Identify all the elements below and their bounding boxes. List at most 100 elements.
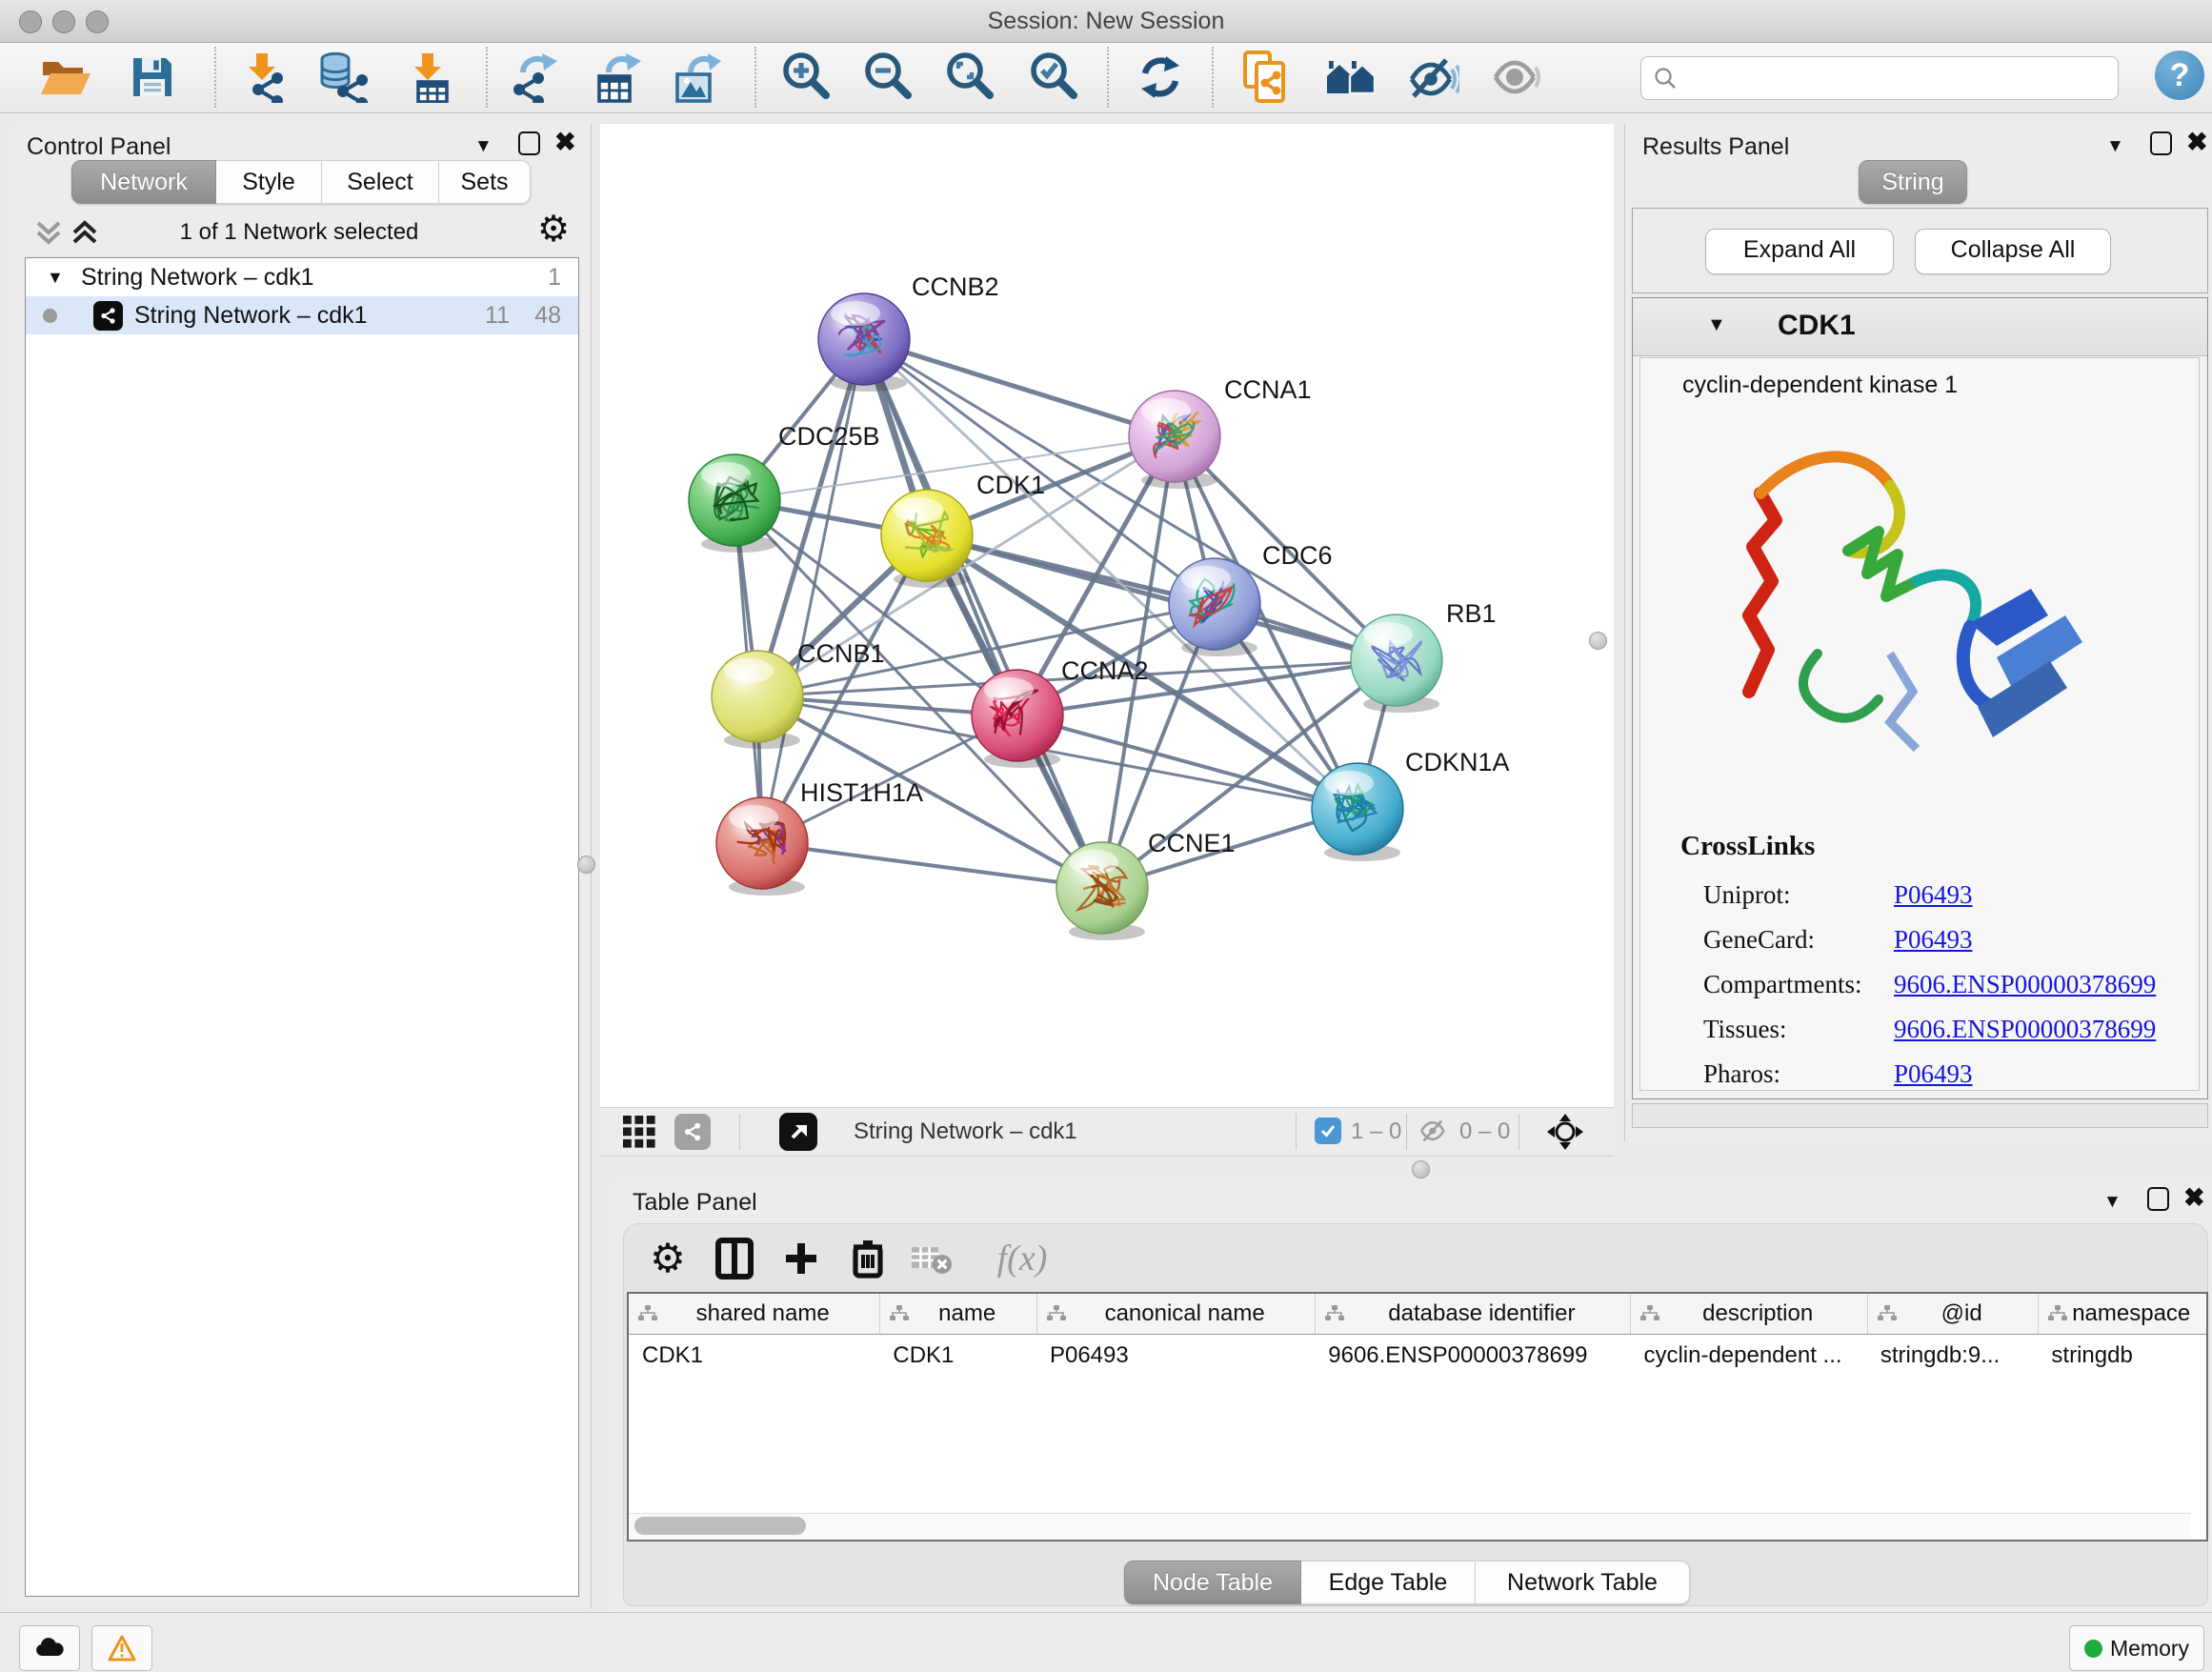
- selected-checkbox-icon[interactable]: [1315, 1118, 1341, 1144]
- duplicate-network-icon[interactable]: [1238, 49, 1296, 106]
- node-CCNB1[interactable]: CCNB1: [712, 639, 885, 749]
- function-builder-icon[interactable]: f(x): [981, 1231, 1063, 1286]
- tab-sets[interactable]: Sets: [439, 160, 531, 204]
- table-horizontal-scrollbar[interactable]: [629, 1513, 2191, 1539]
- node-HIST1H1A[interactable]: HIST1H1A: [716, 778, 923, 896]
- node-CCNE1[interactable]: CCNE1: [1056, 829, 1236, 940]
- crosslink-link[interactable]: 9606.ENSP00000378699: [1894, 1015, 2156, 1044]
- add-column-icon[interactable]: [774, 1231, 829, 1286]
- node-RB1[interactable]: RB1: [1351, 599, 1497, 713]
- table-cell[interactable]: stringdb: [2038, 1342, 2206, 1369]
- table-row[interactable]: CDK1CDK1P064939606.ENSP00000378699cyclin…: [629, 1335, 2206, 1377]
- table-cell[interactable]: stringdb:9...: [1867, 1342, 2039, 1369]
- collapse-all-icon[interactable]: [32, 217, 65, 248]
- expand-all-icon[interactable]: [69, 217, 101, 248]
- table-panel-float-icon[interactable]: [2147, 1187, 2169, 1211]
- table-cell[interactable]: 9606.ENSP00000378699: [1315, 1342, 1630, 1369]
- refresh-view-icon[interactable]: [1132, 49, 1189, 106]
- right-splitter-handle[interactable]: [1589, 632, 1607, 650]
- control-panel-close-icon[interactable]: ✖: [554, 128, 576, 157]
- zoom-out-icon[interactable]: [859, 49, 916, 106]
- hidden-eye-icon[interactable]: [1418, 1118, 1450, 1149]
- tab-network-table[interactable]: Network Table: [1476, 1561, 1690, 1604]
- import-network-database-icon[interactable]: [316, 49, 373, 106]
- table-cell[interactable]: CDK1: [879, 1342, 1036, 1369]
- tab-style[interactable]: Style: [216, 160, 322, 204]
- table-cell[interactable]: P06493: [1036, 1342, 1315, 1369]
- node-CCNA1[interactable]: CCNA1: [1129, 375, 1312, 489]
- crosslink-link[interactable]: P06493: [1894, 1059, 1973, 1089]
- divider: [1296, 1114, 1297, 1150]
- crosslink-link[interactable]: P06493: [1894, 880, 1973, 910]
- crosslink-link[interactable]: P06493: [1894, 925, 1973, 955]
- hide-selected-eye-icon[interactable]: [1404, 49, 1461, 106]
- column-header-name[interactable]: name: [879, 1294, 1036, 1334]
- network-view-share-icon[interactable]: [674, 1114, 711, 1150]
- network-options-gear-icon[interactable]: ⚙: [537, 212, 570, 248]
- zoom-in-icon[interactable]: [777, 49, 835, 106]
- warnings-button[interactable]: [91, 1625, 152, 1671]
- table-settings-gear-icon[interactable]: ⚙: [640, 1231, 695, 1286]
- memory-button[interactable]: Memory: [2069, 1625, 2204, 1671]
- cloud-button[interactable]: [19, 1625, 80, 1671]
- results-panel-float-icon[interactable]: [2150, 131, 2172, 155]
- tab-edge-table[interactable]: Edge Table: [1301, 1561, 1476, 1604]
- network-collection-row[interactable]: ▼ String Network – cdk1 1: [26, 258, 578, 296]
- grid-view-icon[interactable]: [623, 1116, 657, 1153]
- save-session-icon[interactable]: [124, 49, 181, 106]
- table-cell[interactable]: CDK1: [629, 1342, 879, 1369]
- results-panel-menu-icon[interactable]: ▼: [2106, 136, 2124, 157]
- node-CDC6[interactable]: CDC6: [1169, 541, 1333, 656]
- delete-table-icon[interactable]: [903, 1231, 958, 1286]
- column-header--id[interactable]: @id: [1867, 1294, 2039, 1334]
- collapse-all-button[interactable]: Collapse All: [1915, 229, 2111, 274]
- network-canvas[interactable]: CCNB2CCNA1CDC25BCDK1CDC6RB1CCNB1CCNA2CDK…: [600, 124, 1614, 1107]
- protein-expand-icon[interactable]: ▼: [1707, 314, 1726, 336]
- table-cell[interactable]: cyclin-dependent ...: [1630, 1342, 1866, 1369]
- column-header-shared-name[interactable]: shared name: [629, 1294, 879, 1334]
- control-panel-menu-icon[interactable]: ▼: [474, 136, 493, 157]
- import-table-icon[interactable]: [400, 49, 457, 106]
- toolbar-separator: [754, 47, 756, 108]
- import-network-file-icon[interactable]: [234, 49, 292, 106]
- show-columns-icon[interactable]: [707, 1231, 762, 1286]
- open-in-window-icon[interactable]: [779, 1113, 817, 1151]
- tab-select[interactable]: Select: [322, 160, 439, 204]
- column-header-canonical-name[interactable]: canonical name: [1036, 1294, 1315, 1334]
- crosslink-link[interactable]: 9606.ENSP00000378699: [1894, 970, 2156, 999]
- export-network-icon[interactable]: [505, 49, 562, 106]
- bottom-splitter-handle[interactable]: [1412, 1160, 1430, 1178]
- column-header-namespace[interactable]: namespace: [2038, 1294, 2206, 1334]
- edge-CCNB2-CCNA1[interactable]: [864, 339, 1175, 436]
- tab-network[interactable]: Network: [71, 160, 216, 204]
- export-image-icon[interactable]: [667, 49, 724, 106]
- column-header-database-identifier[interactable]: database identifier: [1315, 1294, 1630, 1334]
- zoom-fit-icon[interactable]: [941, 49, 998, 106]
- open-session-icon[interactable]: [36, 49, 93, 106]
- left-splitter-handle[interactable]: [577, 856, 595, 874]
- node-CDC25B[interactable]: CDC25B: [689, 422, 880, 553]
- tab-string[interactable]: String: [1859, 160, 1967, 204]
- edge-CCNB2-HIST1H1A[interactable]: [762, 339, 864, 843]
- edge-HIST1H1A-CCNE1[interactable]: [762, 843, 1102, 888]
- tab-node-table[interactable]: Node Table: [1124, 1561, 1301, 1604]
- network-row-selected[interactable]: String Network – cdk1 11 48: [26, 296, 578, 334]
- delete-column-icon[interactable]: [840, 1231, 895, 1286]
- table-panel-close-icon[interactable]: ✖: [2183, 1183, 2205, 1213]
- collection-expand-icon[interactable]: ▼: [47, 268, 68, 288]
- search-input[interactable]: [1678, 60, 2118, 96]
- zoom-selected-icon[interactable]: [1025, 49, 1082, 106]
- help-button[interactable]: ?: [2155, 50, 2204, 100]
- control-panel-float-icon[interactable]: [518, 131, 540, 155]
- protein-card-header[interactable]: ▼ CDK1: [1633, 298, 2207, 356]
- first-neighbors-icon[interactable]: [1322, 49, 1379, 106]
- node-CDKN1A[interactable]: CDKN1A: [1312, 748, 1510, 861]
- show-all-eye-icon[interactable]: [1488, 49, 1545, 106]
- scrollbar-thumb[interactable]: [634, 1517, 806, 1535]
- table-panel-menu-icon[interactable]: ▼: [2103, 1192, 2122, 1213]
- birds-eye-view-icon[interactable]: [1545, 1112, 1585, 1157]
- results-panel-close-icon[interactable]: ✖: [2186, 128, 2208, 157]
- column-header-description[interactable]: description: [1630, 1294, 1866, 1334]
- expand-all-button[interactable]: Expand All: [1705, 229, 1894, 274]
- export-table-icon[interactable]: [587, 49, 644, 106]
